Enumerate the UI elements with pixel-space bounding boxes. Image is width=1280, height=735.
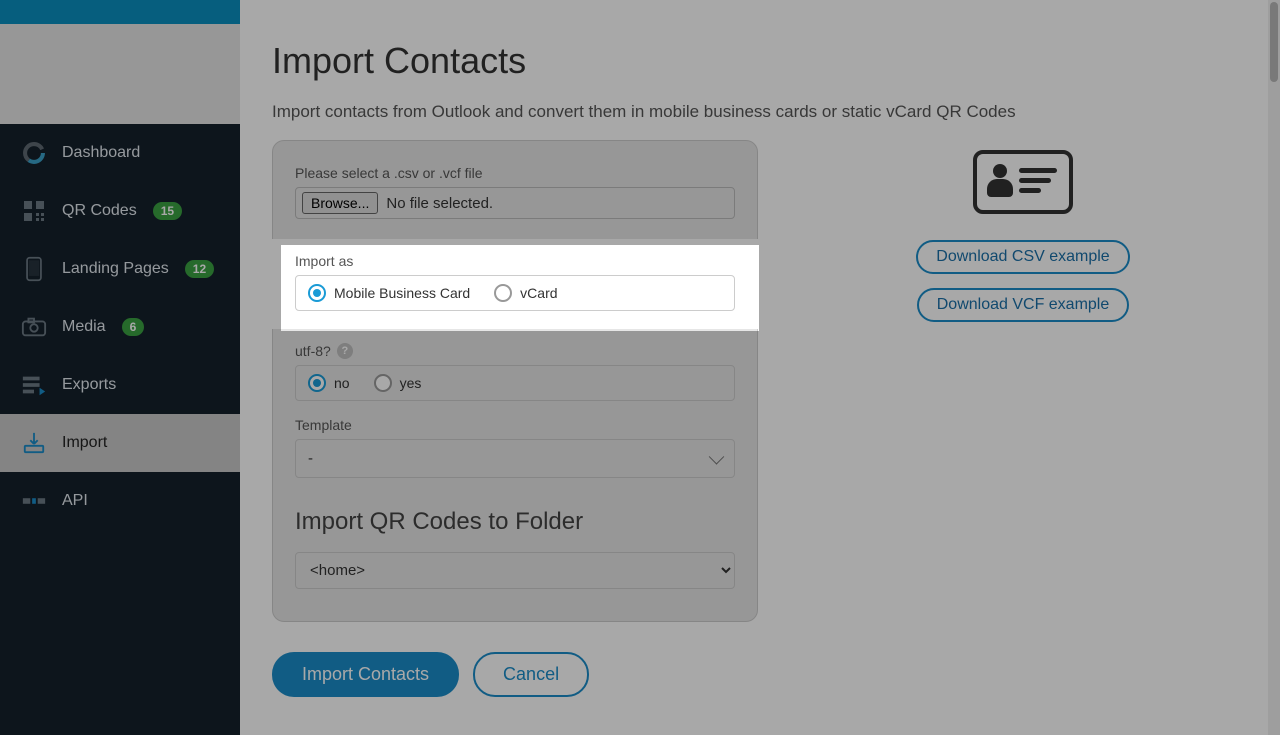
radio-icon	[494, 284, 512, 302]
sidebar: Dashboard QR Codes 15 Landing Pages 12 M…	[0, 124, 240, 735]
radio-label: Mobile Business Card	[334, 285, 470, 301]
top-brand-bar	[0, 0, 240, 24]
sidebar-item-label: QR Codes	[62, 202, 137, 220]
sidebar-item-api[interactable]: API	[0, 472, 240, 530]
template-value: -	[308, 450, 313, 467]
sidebar-badge: 12	[185, 260, 214, 278]
top-gray-panel	[0, 24, 240, 124]
template-label: Template	[295, 417, 735, 433]
folder-heading: Import QR Codes to Folder	[295, 508, 735, 536]
sidebar-item-dashboard[interactable]: Dashboard	[0, 124, 240, 182]
import-as-section: Import as Mobile Business Card vCard	[262, 239, 768, 329]
import-as-label: Import as	[295, 253, 735, 269]
import-as-radio-group: Mobile Business Card vCard	[295, 275, 735, 311]
file-status-text: No file selected.	[386, 195, 493, 212]
right-panel: Download CSV example Download VCF exampl…	[908, 150, 1138, 322]
radio-mobile-business-card[interactable]: Mobile Business Card	[308, 284, 470, 302]
vcard-illustration-icon	[973, 150, 1073, 214]
landing-pages-icon	[20, 258, 48, 280]
sidebar-badge: 6	[122, 318, 145, 336]
radio-label: vCard	[520, 285, 557, 301]
sidebar-item-qr-codes[interactable]: QR Codes 15	[0, 182, 240, 240]
template-select[interactable]: -	[295, 439, 735, 478]
file-input-row[interactable]: Browse... No file selected.	[295, 187, 735, 219]
download-csv-link[interactable]: Download CSV example	[916, 240, 1129, 274]
radio-label: no	[334, 375, 350, 391]
action-row: Import Contacts Cancel	[272, 652, 1236, 697]
browse-button[interactable]: Browse...	[302, 192, 378, 214]
radio-icon	[374, 374, 392, 392]
sidebar-item-label: Landing Pages	[62, 260, 169, 278]
radio-icon	[308, 374, 326, 392]
utf8-label: utf-8? ?	[295, 343, 735, 359]
scrollbar-track[interactable]	[1268, 0, 1280, 735]
download-vcf-link[interactable]: Download VCF example	[917, 288, 1130, 322]
sidebar-badge: 15	[153, 202, 182, 220]
radio-vcard[interactable]: vCard	[494, 284, 557, 302]
api-icon	[20, 490, 48, 512]
import-icon	[20, 432, 48, 454]
radio-utf8-yes[interactable]: yes	[374, 374, 422, 392]
import-contacts-button[interactable]: Import Contacts	[272, 652, 459, 697]
radio-utf8-no[interactable]: no	[308, 374, 350, 392]
import-form-card: Please select a .csv or .vcf file Browse…	[272, 140, 758, 622]
folder-select[interactable]: <home>	[295, 552, 735, 589]
dashboard-icon	[20, 142, 48, 164]
main-content: Import Contacts Import contacts from Out…	[240, 0, 1268, 735]
sidebar-item-label: Dashboard	[62, 144, 140, 162]
page-subtitle: Import contacts from Outlook and convert…	[272, 102, 1236, 122]
file-select-label: Please select a .csv or .vcf file	[295, 165, 735, 181]
media-icon	[20, 316, 48, 338]
sidebar-item-exports[interactable]: Exports	[0, 356, 240, 414]
exports-icon	[20, 374, 48, 396]
help-icon[interactable]: ?	[337, 343, 353, 359]
page-title: Import Contacts	[272, 40, 1236, 82]
sidebar-item-import[interactable]: Import	[0, 414, 240, 472]
sidebar-item-media[interactable]: Media 6	[0, 298, 240, 356]
scrollbar-thumb[interactable]	[1270, 2, 1278, 82]
cancel-button[interactable]: Cancel	[473, 652, 589, 697]
sidebar-item-label: Exports	[62, 376, 116, 394]
utf8-radio-group: no yes	[295, 365, 735, 401]
radio-label: yes	[400, 375, 422, 391]
sidebar-item-label: Import	[62, 434, 107, 452]
qr-icon	[20, 200, 48, 222]
radio-icon	[308, 284, 326, 302]
sidebar-item-label: API	[62, 492, 88, 510]
sidebar-item-label: Media	[62, 318, 106, 336]
sidebar-item-landing-pages[interactable]: Landing Pages 12	[0, 240, 240, 298]
